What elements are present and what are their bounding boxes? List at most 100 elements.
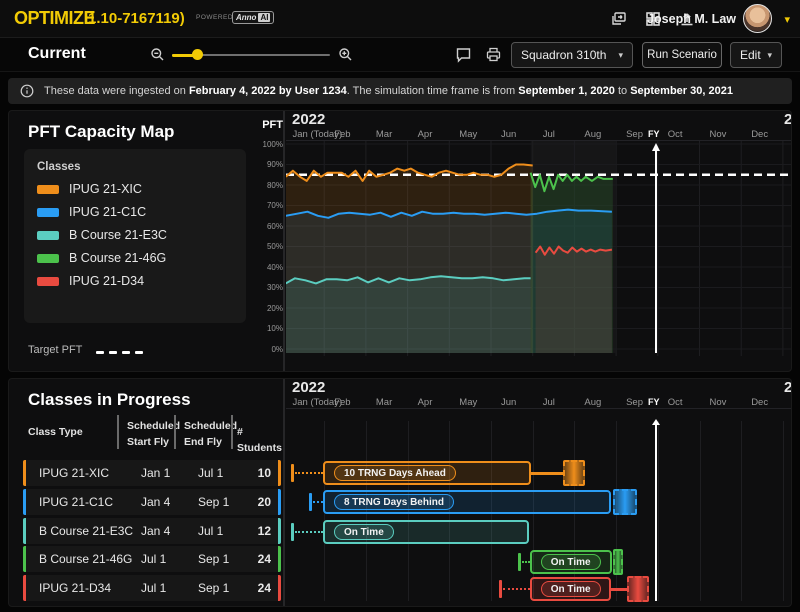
comment-icon[interactable] <box>455 46 472 63</box>
y-axis-tick: 10% <box>249 324 283 333</box>
month-label: Sep <box>626 129 643 140</box>
col-end-fly: ScheduledEnd Fly <box>184 419 237 451</box>
cell-start-fly: Jul 1 <box>141 552 166 566</box>
table-row[interactable]: IPUG 21-C1C Jan 4 Sep 1 20 <box>23 489 281 515</box>
month-label: Oct <box>668 397 683 408</box>
cell-start-fly: Jan 4 <box>141 495 170 509</box>
month-label: Jun <box>501 129 516 140</box>
table-row[interactable]: IPUG 21-D34 Jul 1 Sep 1 24 <box>23 575 281 601</box>
table-row[interactable]: B Course 21-E3C Jan 4 Jul 1 12 <box>23 518 281 544</box>
fy-label: FY <box>648 129 660 139</box>
user-menu-caret-icon[interactable]: ▾ <box>784 13 790 26</box>
legend-item[interactable]: B Course 21-46G <box>37 251 166 265</box>
y-axis-tick: 50% <box>249 242 283 251</box>
month-label: Sep <box>626 397 643 408</box>
axis-year-right: 20 <box>784 379 792 396</box>
gantt-status-badge: On Time <box>541 581 601 597</box>
info-icon <box>20 84 34 98</box>
zoom-in-icon[interactable] <box>338 47 353 62</box>
table-row[interactable]: B Course 21-46G Jul 1 Sep 1 24 <box>23 546 281 572</box>
gantt-bar[interactable]: 8 TRNG Days Behind <box>323 490 611 514</box>
gantt-dotted-line <box>295 472 323 474</box>
row-accent <box>278 518 281 544</box>
month-label: Nov <box>710 129 727 140</box>
header-divider <box>117 415 119 449</box>
gantt-end-block[interactable] <box>563 460 585 486</box>
row-accent <box>23 489 26 515</box>
month-label: Jul <box>543 397 555 408</box>
gantt-bar[interactable]: On Time <box>323 520 529 544</box>
legend-item[interactable]: B Course 21-E3C <box>37 228 167 242</box>
cell-start-fly: Jan 1 <box>141 466 170 480</box>
gantt-chart: 10 TRNG Days Ahead 8 TRNG Days Behind On… <box>286 421 792 601</box>
legend-item[interactable]: IPUG 21-D34 <box>37 274 144 288</box>
cell-class-type: B Course 21-E3C <box>39 524 133 538</box>
legend-swatch <box>37 254 59 263</box>
zoom-out-icon[interactable] <box>150 47 165 62</box>
gantt-connector <box>611 588 627 591</box>
col-students: # Students <box>237 425 282 457</box>
user-name: Joseph M. Law <box>647 12 736 26</box>
legend-item[interactable]: IPUG 21-XIC <box>37 182 142 196</box>
cell-end-fly: Jul 1 <box>198 466 223 480</box>
y-axis-tick: 90% <box>249 160 283 169</box>
gantt-dotted-line <box>295 531 323 533</box>
row-accent <box>23 546 26 572</box>
edit-dropdown[interactable]: Edit ▾ <box>730 42 782 68</box>
series-fill <box>286 276 531 353</box>
classes-legend: Classes IPUG 21-XICIPUG 21-C1CB Course 2… <box>24 149 246 323</box>
print-icon[interactable] <box>485 46 502 63</box>
gantt-status-badge: 8 TRNG Days Behind <box>334 494 454 510</box>
panel2-separator <box>283 379 285 606</box>
legend-item[interactable]: IPUG 21-C1C <box>37 205 146 219</box>
col-class-type: Class Type <box>28 425 83 441</box>
month-label: Oct <box>668 129 683 140</box>
gantt-dotted-line <box>313 501 323 503</box>
series-fill <box>536 247 612 354</box>
grid-line <box>700 421 701 601</box>
target-pft-legend: Target PFT <box>28 341 148 359</box>
run-scenario-label: Run Scenario <box>647 49 717 61</box>
legend-label: IPUG 21-C1C <box>69 205 146 219</box>
cell-class-type: IPUG 21-C1C <box>39 495 113 509</box>
grid-line <box>658 421 659 601</box>
zoom-slider-thumb[interactable] <box>192 49 203 60</box>
gantt-end-block[interactable] <box>627 576 649 602</box>
pft-capacity-title: PFT Capacity Map <box>28 122 174 142</box>
gantt-bar[interactable]: On Time <box>530 550 612 574</box>
month-label: Aug <box>584 129 601 140</box>
cell-end-fly: Sep 1 <box>198 552 229 566</box>
gantt-end-block[interactable] <box>613 549 623 575</box>
squadron-dropdown[interactable]: Squadron 310th ▾ <box>511 42 633 68</box>
capacity-axis-band: 2022 20 Jan (Today)FebMarAprMayJunJulAug… <box>286 111 792 141</box>
target-pft-dash-swatch <box>96 341 148 359</box>
gantt-bar[interactable]: On Time <box>530 577 611 601</box>
month-label: Apr <box>418 129 433 140</box>
badge-name: Anno <box>236 13 256 22</box>
top-header: OPTIMIZE 1.10-7167119) POWERED BY Anno A… <box>0 0 800 38</box>
cell-start-fly: Jan 4 <box>141 524 170 538</box>
gantt-bar[interactable]: 10 TRNG Days Ahead <box>323 461 531 485</box>
avatar[interactable] <box>743 4 772 33</box>
month-label: Nov <box>710 397 727 408</box>
row-accent <box>278 489 281 515</box>
compare-windows-icon[interactable] <box>610 10 628 28</box>
legend-swatch <box>37 277 59 286</box>
gantt-status-badge: On Time <box>541 554 601 570</box>
cell-students: 10 <box>258 466 271 480</box>
col-start-fly: ScheduledStart Fly <box>127 419 180 451</box>
fy-arrow <box>652 419 660 425</box>
table-header: Class Type ScheduledStart Fly ScheduledE… <box>9 413 279 451</box>
gantt-scheduled-tick <box>499 580 502 598</box>
legend-label: IPUG 21-XIC <box>69 182 142 196</box>
y-axis-tick: 70% <box>249 201 283 210</box>
app-version: 1.10-7167119) <box>88 10 185 27</box>
gantt-end-block[interactable] <box>613 489 637 515</box>
cell-end-fly: Sep 1 <box>198 495 229 509</box>
gantt-scheduled-tick <box>291 523 294 541</box>
legend-swatch <box>37 208 59 217</box>
table-row[interactable]: IPUG 21-XIC Jan 1 Jul 1 10 <box>23 460 281 486</box>
run-scenario-button[interactable]: Run Scenario <box>642 42 722 68</box>
gantt-scheduled-tick <box>518 553 521 571</box>
classes-in-progress-panel: Classes in Progress Class Type Scheduled… <box>8 378 792 607</box>
